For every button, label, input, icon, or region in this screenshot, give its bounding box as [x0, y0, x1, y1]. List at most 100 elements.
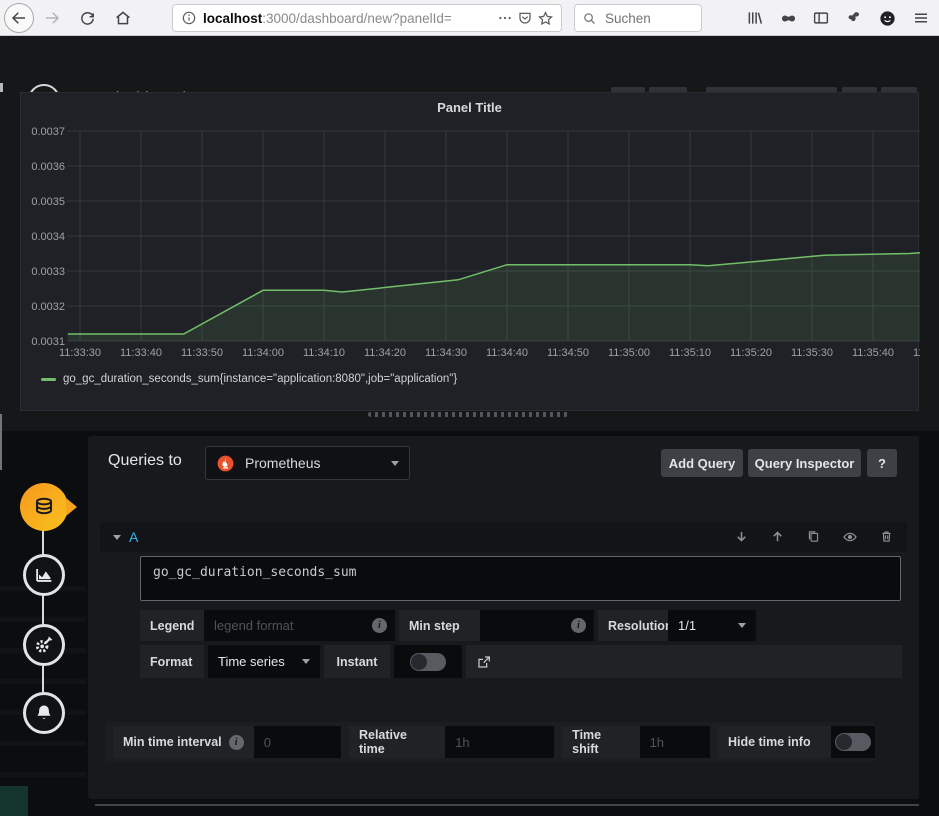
datasource-picker[interactable]: Prometheus — [205, 446, 410, 480]
panel-title[interactable]: Panel Title — [21, 100, 918, 115]
instant-toggle-box — [394, 645, 462, 678]
move-query-down-icon[interactable] — [734, 529, 749, 545]
url-text: localhost:3000/dashboard/new?panelId= — [203, 11, 495, 26]
min-time-interval-text: Min time interval — [123, 735, 222, 749]
legend-format-input[interactable] — [212, 617, 372, 634]
browser-home-button[interactable] — [112, 7, 134, 29]
svg-text:11:34:10: 11:34:10 — [303, 347, 345, 359]
share-query-icon[interactable] — [476, 654, 492, 670]
url-host: localhost — [203, 11, 262, 26]
bell-icon — [33, 702, 55, 724]
gear-wrench-icon — [33, 634, 55, 656]
tab-queries[interactable] — [20, 483, 68, 531]
share-strip — [466, 645, 902, 678]
min-time-interval-field[interactable] — [254, 726, 341, 758]
database-icon — [31, 494, 57, 520]
hamburger-menu-icon[interactable] — [910, 7, 932, 29]
panel-resize-handle[interactable] — [368, 412, 568, 417]
resolution-select[interactable]: 1/1 — [668, 610, 756, 641]
site-info-icon[interactable] — [179, 8, 199, 28]
svg-text:11:34:40: 11:34:40 — [486, 347, 528, 359]
add-query-button[interactable]: Add Query — [661, 449, 743, 477]
library-icon[interactable] — [744, 7, 766, 29]
query-row-header[interactable]: A — [100, 522, 907, 552]
prometheus-icon — [216, 454, 235, 473]
collapse-caret-icon[interactable] — [113, 535, 121, 540]
svg-text:11:33:30: 11:33:30 — [59, 347, 101, 359]
hide-time-info-label: Hide time info — [718, 726, 831, 758]
chart-legend-item[interactable]: go_gc_duration_seconds_sum{instance="app… — [41, 373, 457, 385]
svg-text:11:35:00: 11:35:00 — [608, 347, 650, 359]
time-shift-input[interactable] — [648, 734, 702, 751]
query-expression-editor[interactable]: go_gc_duration_seconds_sum — [140, 556, 901, 601]
svg-text:11:35:10: 11:35:10 — [669, 347, 711, 359]
browser-reload-button[interactable] — [76, 7, 98, 29]
min-step-label: Min step — [399, 610, 480, 641]
home-icon — [114, 9, 132, 27]
chevron-down-icon — [302, 659, 310, 664]
tab-general[interactable] — [23, 624, 65, 666]
gnome-foot-icon[interactable] — [843, 7, 865, 29]
browser-forward-button[interactable] — [41, 7, 63, 29]
time-shift-field[interactable] — [640, 726, 710, 758]
legend-format-field[interactable]: i — [204, 610, 395, 641]
info-icon[interactable]: i — [571, 618, 586, 633]
toggle-query-visibility-icon[interactable] — [842, 529, 858, 545]
query-inspector-button[interactable]: Query Inspector — [748, 449, 861, 477]
move-query-up-icon[interactable] — [770, 529, 785, 545]
bookmark-star-icon[interactable] — [535, 8, 555, 28]
min-step-field[interactable]: i — [480, 610, 594, 641]
format-label: Format — [140, 645, 204, 678]
info-icon[interactable]: i — [229, 735, 244, 750]
min-time-interval-label: Min time interval i — [113, 726, 254, 758]
svg-text:0.0032: 0.0032 — [31, 301, 65, 313]
arrow-right-icon — [43, 9, 61, 27]
query-ref-id: A — [129, 529, 138, 545]
page-actions-icon[interactable] — [495, 8, 515, 28]
query-options-row-1: Legend i Min step i Resolution 1/1 — [140, 610, 756, 641]
format-select[interactable]: Time series — [208, 645, 320, 678]
svg-text:11:34:50: 11:34:50 — [547, 347, 589, 359]
svg-text:11:35:20: 11:35:20 — [730, 347, 772, 359]
instant-label: Instant — [324, 645, 390, 678]
browser-back-button[interactable] — [4, 3, 34, 33]
min-time-interval-input[interactable] — [262, 734, 333, 751]
section-divider — [95, 804, 919, 806]
url-bar[interactable]: localhost:3000/dashboard/new?panelId= — [172, 4, 562, 32]
info-icon[interactable]: i — [372, 618, 387, 633]
duplicate-query-icon[interactable] — [806, 529, 821, 545]
containers-mask-icon[interactable] — [777, 7, 799, 29]
sidebar-toggle-icon[interactable] — [810, 7, 832, 29]
delete-query-icon[interactable] — [879, 529, 894, 545]
account-avatar-icon[interactable] — [876, 7, 898, 29]
search-box[interactable] — [574, 4, 702, 32]
pocket-icon[interactable] — [515, 8, 535, 28]
help-button[interactable]: ? — [867, 449, 897, 477]
svg-text:0.0037: 0.0037 — [31, 126, 65, 138]
hide-time-info-toggle[interactable] — [835, 733, 871, 751]
resolution-label: Resolution — [598, 610, 668, 641]
tab-connector-line — [42, 510, 44, 710]
timeseries-chart[interactable]: 0.00370.00360.00350.00340.00330.00320.00… — [21, 119, 920, 365]
query-options-row-2: Format Time series Instant — [140, 645, 902, 678]
tab-alert[interactable] — [23, 692, 65, 734]
svg-text:11:34:20: 11:34:20 — [364, 347, 406, 359]
time-shift-label: Time shift — [562, 726, 639, 758]
svg-text:0.0033: 0.0033 — [31, 266, 65, 278]
relative-time-field[interactable] — [445, 726, 554, 758]
legend-series-label: go_gc_duration_seconds_sum{instance="app… — [63, 373, 457, 385]
arrow-left-icon — [10, 9, 28, 27]
min-step-input[interactable] — [488, 617, 571, 634]
datasource-name: Prometheus — [245, 455, 320, 471]
tab-visualization[interactable] — [23, 554, 65, 596]
svg-text:11:34:00: 11:34:00 — [242, 347, 284, 359]
svg-text:11:33:50: 11:33:50 — [181, 347, 223, 359]
svg-text:11:35:50: 11:35:50 — [913, 347, 920, 359]
query-time-options: Min time interval i Relative time Time s… — [105, 722, 875, 762]
instant-toggle[interactable] — [410, 653, 446, 671]
format-value: Time series — [218, 654, 285, 669]
search-input[interactable] — [603, 10, 683, 27]
svg-text:0.0036: 0.0036 — [31, 161, 65, 173]
relative-time-input[interactable] — [453, 734, 546, 751]
dashboard-panel: Panel Title 0.00370.00360.00350.00340.00… — [20, 92, 919, 411]
